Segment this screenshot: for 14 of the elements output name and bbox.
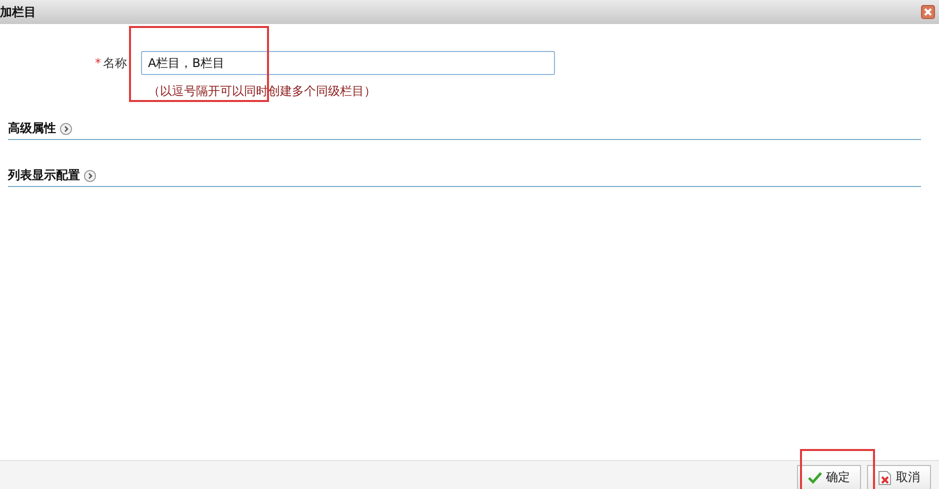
confirm-button[interactable]: 确定 — [797, 465, 861, 489]
expand-icon[interactable] — [60, 122, 72, 134]
checkmark-icon — [808, 472, 822, 484]
close-button[interactable] — [921, 5, 935, 19]
section-title[interactable]: 高级属性 — [8, 120, 56, 137]
expand-icon[interactable] — [84, 170, 96, 182]
dialog-title: 加栏目 — [0, 4, 36, 20]
field-label: 名称 — [103, 54, 127, 72]
required-mark: * — [95, 56, 101, 70]
cancel-button[interactable]: 取消 — [867, 465, 931, 489]
section-title[interactable]: 列表显示配置 — [8, 167, 80, 184]
delete-document-icon — [878, 470, 892, 484]
hint-text: （以逗号隔开可以同时创建多个同级栏目） — [148, 83, 377, 100]
name-field[interactable]: A栏目，B栏目 — [141, 51, 555, 75]
